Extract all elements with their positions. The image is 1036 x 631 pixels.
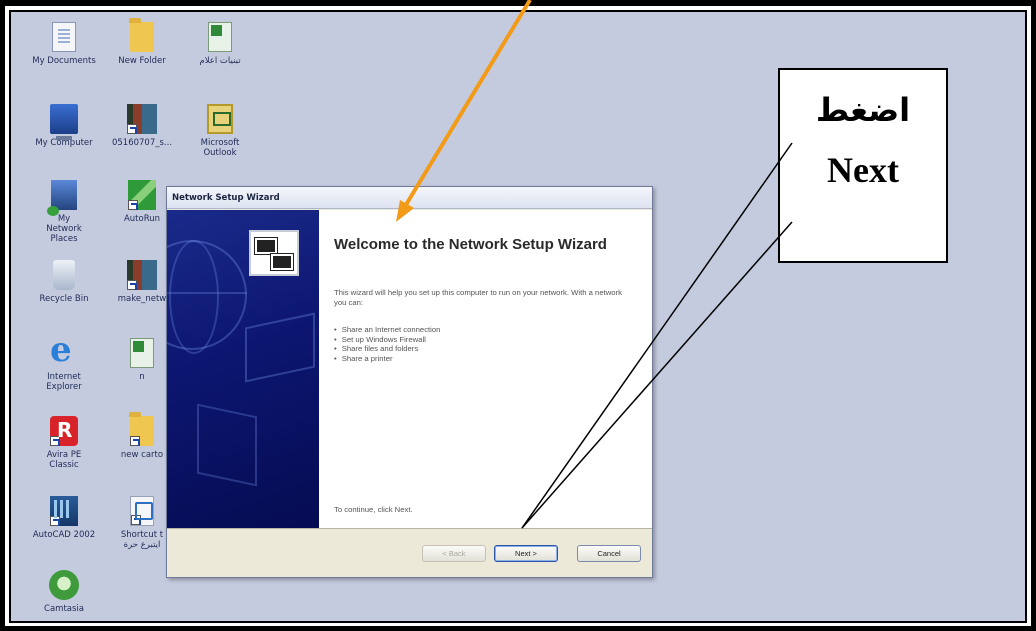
shortcut-arrow-icon [130,436,140,446]
network-places-icon [47,180,77,216]
excel-file-icon [208,22,232,52]
desktop-icon-avira[interactable]: Avira PE Classic [25,416,103,470]
recycle-bin-icon [53,260,75,290]
desktop-icon-label: AutoCAD 2002 [32,530,96,540]
computer-icon [255,238,277,254]
desktop-icon-label: Internet Explorer [46,372,82,392]
outlook-icon [207,104,233,134]
computer-graphic [197,403,257,487]
wizard-title-bar[interactable]: Network Setup Wizard [167,187,652,209]
next-button[interactable]: Next > [494,545,558,562]
desktop: My Documents My Computer My Network Plac… [11,12,1025,621]
desktop-icon-my-network-places[interactable]: My Network Places [25,180,103,244]
wizard-content: Welcome to the Network Setup Wizard This… [319,210,652,528]
desktop-icon-my-documents[interactable]: My Documents [25,22,103,66]
wizard-feature-list: Share an Internet connection Set up Wind… [334,325,441,364]
list-item: Share files and folders [334,344,440,354]
wizard-continue-text: To continue, click Next. [334,505,413,514]
shortcut-icon [130,496,154,526]
callout-arabic-text: اضغط [815,91,911,129]
computer-graphic [245,312,315,383]
internet-explorer-icon [47,330,81,370]
wizard-intro-text: This wizard will help you set up this co… [334,288,622,307]
globe-graphic [167,240,247,354]
my-computer-icon [50,104,78,140]
back-button[interactable]: < Back [422,545,486,562]
camtasia-icon [49,570,79,600]
desktop-icon-my-computer[interactable]: My Computer [25,104,103,148]
screenshot-frame: My Documents My Computer My Network Plac… [9,10,1027,623]
video-file-icon [127,104,157,134]
autocad-icon [50,496,78,526]
shortcut-arrow-icon [127,124,137,134]
network-wizard-icon [249,230,299,276]
shortcut-arrow-icon [131,515,141,525]
desktop-icon-video-1[interactable]: 05160707_s... [103,104,181,148]
folder-icon [129,18,154,52]
desktop-icon-autocad[interactable]: AutoCAD 2002 [25,496,103,540]
desktop-icon-label: Avira PE Classic [46,450,82,470]
callout-next-text: Next [827,150,899,190]
shortcut-arrow-icon [128,200,138,210]
desktop-icon-label: Recycle Bin [39,294,89,304]
wizard-sidebar [167,210,319,528]
list-item: Share a printer [334,354,440,364]
desktop-icon-label: Microsoft Outlook [200,138,240,158]
list-item: Share an Internet connection [334,325,441,335]
desktop-icon-label: My Documents [32,56,96,66]
desktop-icon-internet-explorer[interactable]: Internet Explorer [25,330,103,392]
cancel-button[interactable]: Cancel [577,545,641,562]
avira-icon [50,416,78,446]
desktop-icon-excel-arabic[interactable]: تبنيات اعلام [181,22,259,66]
desktop-icon-label: Camtasia [44,604,84,614]
wizard-footer: < Back Next > Cancel [167,528,652,577]
desktop-icon-new-folder[interactable]: New Folder [103,18,181,66]
video-file-icon [127,260,157,290]
wizard-heading: Welcome to the Network Setup Wizard [334,236,607,253]
shortcut-arrow-icon [50,436,60,446]
network-setup-wizard-window: Network Setup Wizard Welcome to the Netw… [166,186,653,578]
desktop-icon-recycle-bin[interactable]: Recycle Bin [25,260,103,304]
folder-icon [129,412,154,446]
list-item: Set up Windows Firewall [334,335,440,345]
desktop-icon-label: My Network Places [46,214,82,244]
desktop-icon-camtasia[interactable]: Camtasia [25,570,103,614]
shortcut-arrow-icon [127,280,137,290]
computer-icon [271,254,293,270]
desktop-icon-label: 05160707_s... [111,138,173,148]
desktop-icon-label: تبنيات اعلام [199,56,241,66]
desktop-icon-label: New Folder [118,56,166,66]
callout-box: اضغط Next [778,68,948,263]
autorun-icon [128,180,156,210]
desktop-icon-outlook[interactable]: Microsoft Outlook [181,104,259,158]
excel-file-icon [130,338,154,368]
my-documents-icon [52,22,76,52]
shortcut-arrow-icon [50,516,60,526]
